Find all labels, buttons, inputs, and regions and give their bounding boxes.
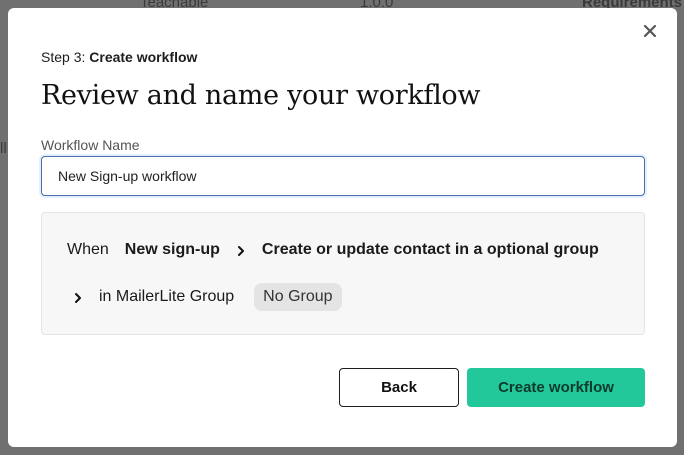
step-prefix: Step 3: — [41, 49, 90, 65]
step-indicator: Step 3: Create workflow — [41, 49, 197, 65]
trigger-text: New sign-up — [124, 241, 220, 258]
summary-trigger-row: When New sign-up Create or update contac… — [67, 241, 599, 259]
workflow-name-input[interactable] — [41, 156, 645, 196]
action-text: Create or update contact in a optional g… — [261, 241, 599, 258]
workflow-name-label: Workflow Name — [41, 137, 140, 153]
chevron-right-icon — [73, 291, 83, 303]
back-button[interactable]: Back — [339, 368, 459, 407]
background-fragment: ll — [0, 140, 7, 157]
summary-group-row: in MailerLite Group No Group — [67, 283, 342, 311]
close-icon[interactable] — [641, 22, 659, 40]
create-workflow-button[interactable]: Create workflow — [467, 368, 645, 407]
group-prefix-text: in MailerLite Group — [99, 288, 235, 305]
when-text: When — [67, 241, 109, 258]
create-workflow-modal: Step 3: Create workflow Review and name … — [8, 8, 677, 447]
step-name: Create workflow — [89, 49, 198, 65]
chevron-right-icon — [236, 244, 246, 256]
workflow-summary: When New sign-up Create or update contac… — [41, 212, 645, 335]
modal-title: Review and name your workflow — [41, 80, 481, 111]
group-badge: No Group — [254, 283, 342, 311]
